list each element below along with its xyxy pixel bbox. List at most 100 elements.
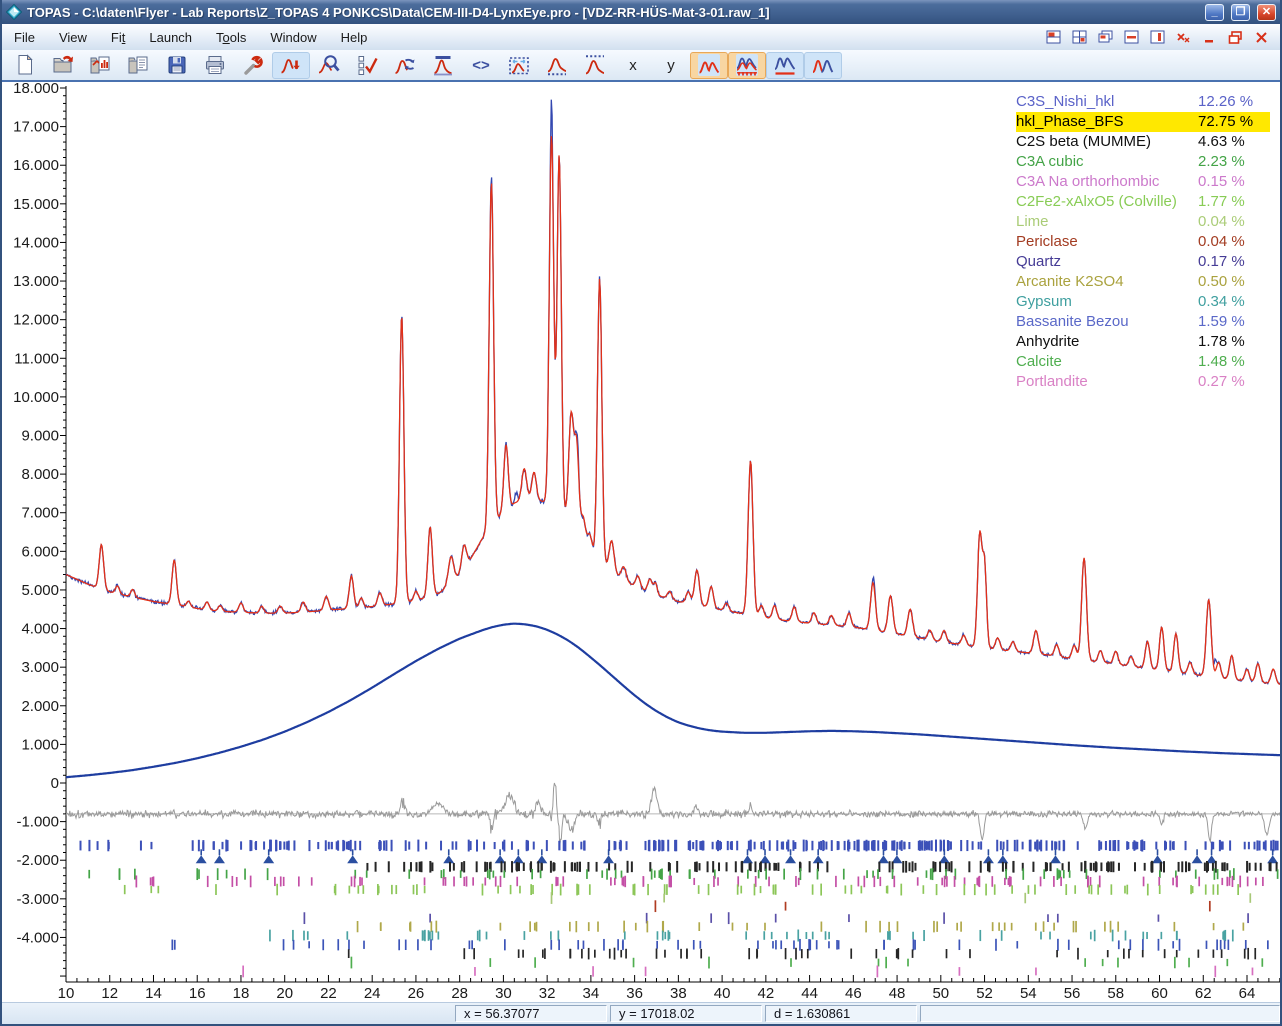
tools-button[interactable]: [234, 52, 272, 79]
lower-limit-button[interactable]: [538, 52, 576, 79]
x-axis-label: 28: [451, 985, 468, 1002]
y-axis-button[interactable]: y: [652, 52, 690, 79]
close-child-icon[interactable]: [1253, 30, 1270, 45]
x-axis-label: 14: [145, 985, 162, 1002]
y-axis-label: 10.000: [13, 389, 59, 406]
y-axis-label: 12.000: [13, 312, 59, 329]
legend-row[interactable]: Portlandite0.27 %: [1016, 372, 1274, 392]
phase-percentage: 0.27 %: [1198, 372, 1270, 392]
wrench-icon: [241, 53, 265, 77]
legend-row[interactable]: C3S_Nishi_hkl12.26 %: [1016, 92, 1274, 112]
view-overlay-button[interactable]: [804, 52, 842, 79]
import-scan-button[interactable]: [82, 52, 120, 79]
curve-red-icon: [697, 53, 721, 77]
phase-name: C2Fe2-xAlxO5 (Colville): [1016, 192, 1198, 212]
open-file-button[interactable]: [44, 52, 82, 79]
legend-row[interactable]: Lime0.04 %: [1016, 212, 1274, 232]
y-axis-label: 1.000: [21, 736, 59, 753]
x-axis-label: 16: [189, 985, 206, 1002]
minimize-button[interactable]: _: [1205, 4, 1224, 21]
phase-legend: C3S_Nishi_hkl12.26 %hkl_Phase_BFS72.75 %…: [1016, 92, 1274, 392]
print-button[interactable]: [196, 52, 234, 79]
peak-details-button[interactable]: [424, 52, 462, 79]
legend-row[interactable]: Calcite1.48 %: [1016, 352, 1274, 372]
window-title: TOPAS - C:\daten\Flyer - Lab Reports\Z_T…: [27, 5, 1198, 20]
x-axis-label: 26: [408, 985, 425, 1002]
curves-ticks-icon: [735, 53, 759, 77]
phase-percentage: 12.26 %: [1198, 92, 1270, 112]
close-button[interactable]: ✕: [1257, 4, 1276, 21]
legend-row[interactable]: C3A Na orthorhombic0.15 %: [1016, 172, 1274, 192]
split-horizontal-icon[interactable]: [1123, 30, 1140, 45]
phase-name: C3A cubic: [1016, 152, 1198, 172]
legend-row[interactable]: Bassanite Bezou1.59 %: [1016, 312, 1274, 332]
phase-ticks: [358, 921, 1244, 933]
menu-fit[interactable]: Fit: [99, 26, 137, 49]
title-bar: TOPAS - C:\daten\Flyer - Lab Reports\Z_T…: [2, 0, 1280, 24]
tile-horizontal-icon[interactable]: [1045, 30, 1062, 45]
phase-ticks: [81, 840, 1278, 852]
x-axis-label: 42: [758, 985, 775, 1002]
legend-row[interactable]: C2Fe2-xAlxO5 (Colville)1.77 %: [1016, 192, 1274, 212]
x-axis-label: 44: [801, 985, 818, 1002]
split-vertical-icon[interactable]: [1149, 30, 1166, 45]
menu-view[interactable]: View: [47, 26, 99, 49]
phase-ticks: [196, 849, 1278, 863]
phase-name: Calcite: [1016, 352, 1198, 372]
status-x-value: x = 56.37077: [455, 1005, 607, 1022]
phase-percentage: 0.04 %: [1198, 232, 1270, 252]
phase-percentage: 1.78 %: [1198, 332, 1270, 352]
new-file-button[interactable]: [6, 52, 44, 79]
zoom-region-button[interactable]: [310, 52, 348, 79]
view-difference-button[interactable]: [766, 52, 804, 79]
legend-row[interactable]: C3A cubic2.23 %: [1016, 152, 1274, 172]
view-ticks-button[interactable]: [728, 52, 766, 79]
view-calculated-button[interactable]: [690, 52, 728, 79]
menu-tools[interactable]: Tools: [204, 26, 258, 49]
y-axis-label: 11.000: [14, 350, 59, 367]
legend-row[interactable]: Anhydrite1.78 %: [1016, 332, 1274, 352]
legend-row[interactable]: Periclase0.04 %: [1016, 232, 1274, 252]
select-range-button[interactable]: [500, 52, 538, 79]
phase-ticks: [655, 900, 1209, 912]
y-axis-label: -1.000: [16, 814, 59, 831]
phase-percentage: 0.34 %: [1198, 292, 1270, 312]
phase-name: Portlandite: [1016, 372, 1198, 392]
y-axis-label: 16.000: [13, 157, 59, 174]
launch-cycle-button[interactable]: [386, 52, 424, 79]
status-rest: [920, 1005, 1280, 1022]
legend-row[interactable]: hkl_Phase_BFS72.75 %: [1016, 112, 1274, 132]
upper-limit-button[interactable]: [576, 52, 614, 79]
x-axis-label: 52: [976, 985, 993, 1002]
menu-help[interactable]: Help: [329, 26, 380, 49]
x-axis-label: 54: [1020, 985, 1037, 1002]
x-axis-label: 62: [1195, 985, 1212, 1002]
printer-icon: [203, 53, 227, 77]
topas-app-icon: [6, 4, 22, 20]
tile-grid-icon[interactable]: [1071, 30, 1088, 45]
phase-percentage: 0.50 %: [1198, 272, 1270, 292]
refinement-options-button[interactable]: [348, 52, 386, 79]
x-axis-button[interactable]: x: [614, 52, 652, 79]
floppy-icon: [165, 53, 189, 77]
phase-percentage: 2.23 %: [1198, 152, 1270, 172]
refine-button[interactable]: [272, 52, 310, 79]
minimize-child-icon[interactable]: [1201, 30, 1218, 45]
legend-row[interactable]: Gypsum0.34 %: [1016, 292, 1274, 312]
y-axis-label: 4.000: [21, 621, 59, 638]
menu-window[interactable]: Window: [258, 26, 328, 49]
menu-launch[interactable]: Launch: [137, 26, 204, 49]
maximize-button[interactable]: ❐: [1231, 4, 1250, 21]
text-mode-button[interactable]: <>: [462, 52, 500, 79]
save-button[interactable]: [158, 52, 196, 79]
import-parameters-button[interactable]: [120, 52, 158, 79]
legend-row[interactable]: Arcanite K2SO40.50 %: [1016, 272, 1274, 292]
phase-percentage: 1.77 %: [1198, 192, 1270, 212]
restore-child-icon[interactable]: [1227, 30, 1244, 45]
legend-row[interactable]: C2S beta (MUMME)4.63 %: [1016, 132, 1274, 152]
cascade-icon[interactable]: [1097, 30, 1114, 45]
y-axis-label: 9.000: [21, 428, 59, 445]
legend-row[interactable]: Quartz0.17 %: [1016, 252, 1274, 272]
close-all-icon[interactable]: [1175, 30, 1192, 45]
menu-file[interactable]: File: [2, 26, 47, 49]
